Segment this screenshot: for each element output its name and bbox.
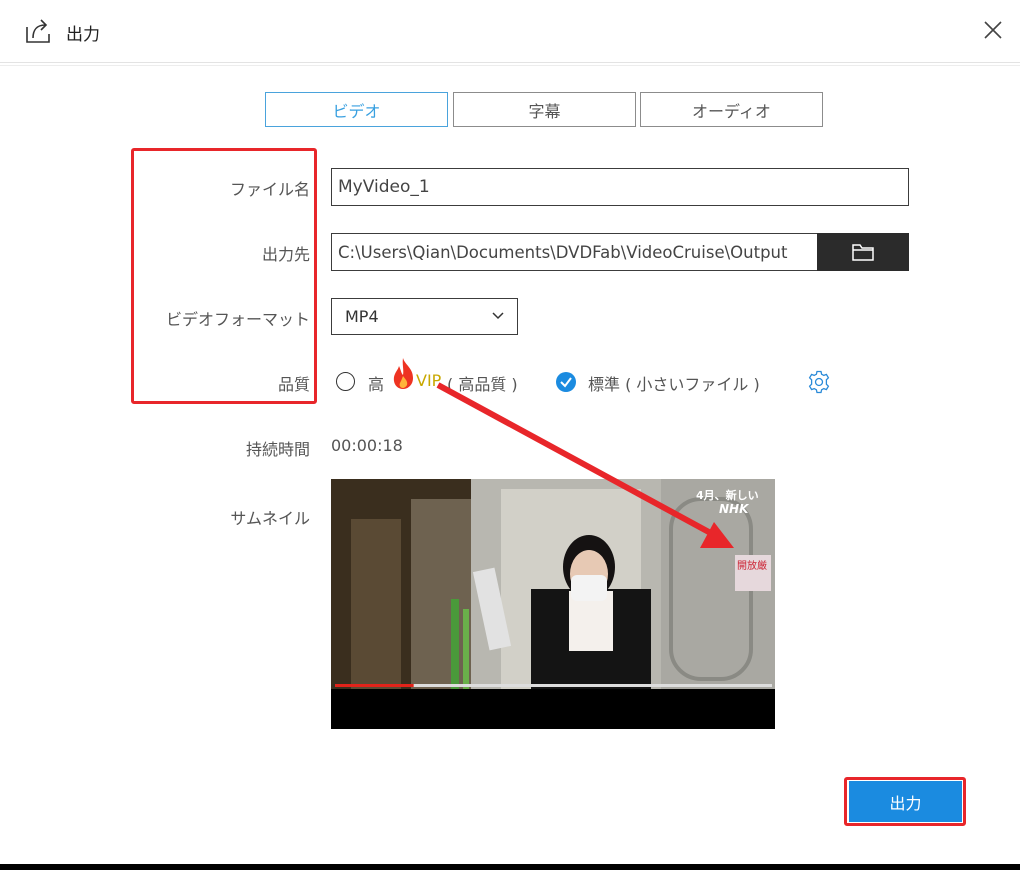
- annotation-arrow: [436, 382, 734, 548]
- export-button[interactable]: 出力: [849, 781, 962, 822]
- bottom-edge: [0, 864, 1020, 870]
